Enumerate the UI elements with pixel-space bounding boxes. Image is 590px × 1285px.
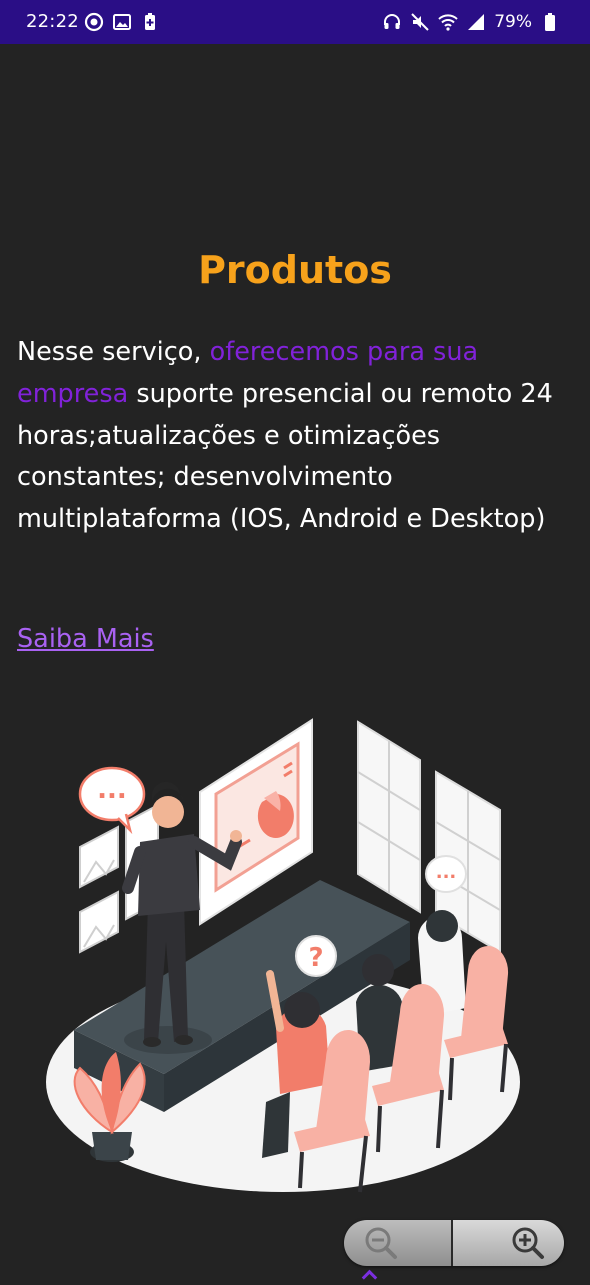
- speech-bubble-left-text: ...: [97, 775, 127, 805]
- wifi-icon: [438, 14, 458, 31]
- zoom-out-button[interactable]: [344, 1220, 451, 1266]
- presentation-board: [199, 718, 313, 926]
- description-paragraph: Nesse serviço, oferecemos para sua empre…: [17, 332, 569, 541]
- status-bar: 22:22 79%: [0, 0, 590, 44]
- battery-percent: 79%: [494, 12, 532, 32]
- mute-icon: [411, 13, 429, 31]
- battery-icon: [545, 13, 555, 31]
- zoom-in-icon: [512, 1227, 544, 1259]
- speech-bubble-right: ...: [425, 855, 467, 893]
- presentation-meeting-illustration: ... ... ?: [46, 718, 520, 1193]
- status-right-icons: 79%: [382, 12, 560, 32]
- headset-icon: [384, 14, 401, 29]
- saiba-mais-link[interactable]: Saiba Mais: [17, 624, 154, 654]
- question-bubble: ?: [295, 935, 337, 977]
- status-left-icons: [84, 12, 160, 32]
- speech-bubble-right-text: ...: [436, 862, 457, 883]
- zoom-in-button[interactable]: [453, 1220, 564, 1266]
- zoom-control: [344, 1220, 564, 1266]
- status-time: 22:22: [26, 11, 79, 32]
- paragraph-text-start: Nesse serviço,: [17, 337, 210, 367]
- battery-saver-icon: [145, 13, 155, 30]
- question-mark-text: ?: [308, 943, 323, 973]
- record-icon: [84, 12, 104, 32]
- image-icon: [113, 14, 131, 30]
- page-title: Produtos: [198, 248, 392, 292]
- scroll-up-chevron-icon: [361, 1269, 378, 1285]
- signal-icon: [468, 14, 485, 30]
- zoom-out-icon: [365, 1227, 397, 1259]
